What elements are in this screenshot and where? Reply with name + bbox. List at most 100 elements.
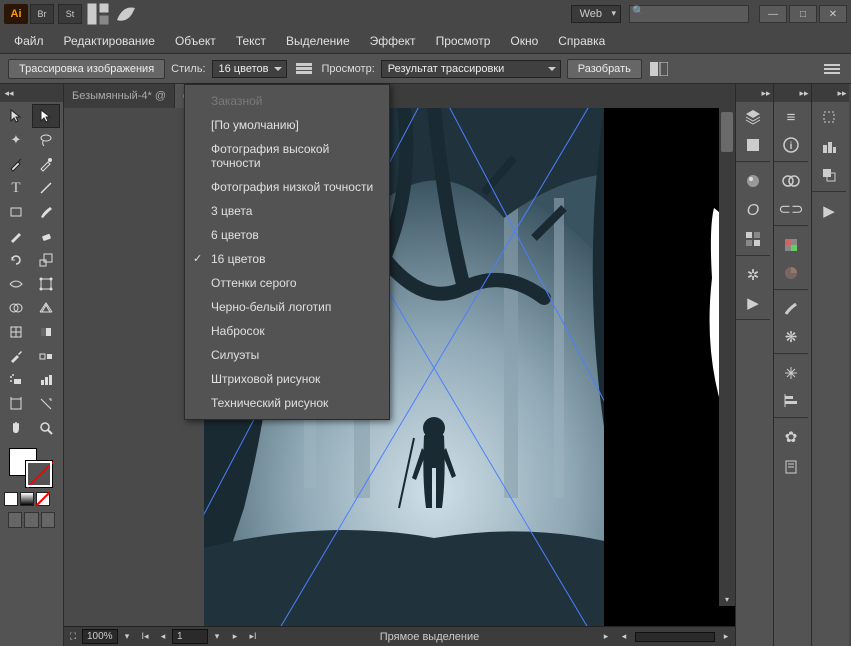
search-input[interactable] <box>629 5 749 23</box>
line-tool[interactable] <box>32 176 60 200</box>
gear-panel-icon[interactable]: ✲ <box>736 260 770 290</box>
fill-stroke-swatches[interactable] <box>9 448 55 488</box>
dropdown-item-bw-logo[interactable]: Черно-белый логотип <box>185 295 389 319</box>
perspective-grid-tool[interactable] <box>32 296 60 320</box>
trace-panel-icon[interactable] <box>293 58 315 80</box>
color-mode-icon[interactable] <box>4 492 18 506</box>
zoom-out-icon[interactable]: ⛶ <box>64 629 82 645</box>
toolbox-collapse-icon[interactable]: ◂◂ <box>0 84 18 102</box>
dropdown-item-default[interactable]: [По умолчанию] <box>185 113 389 137</box>
dropdown-item-lineart[interactable]: Штриховой рисунок <box>185 367 389 391</box>
css-panel-icon[interactable] <box>774 452 808 482</box>
arrange-docs-icon[interactable] <box>86 4 110 24</box>
dropdown-item-photo-high[interactable]: Фотография высокой точности <box>185 137 389 175</box>
style-select[interactable]: 16 цветов <box>212 60 288 78</box>
shaper-tool[interactable] <box>2 224 30 248</box>
panel-expand-icon-2[interactable]: ▸▸ <box>797 84 811 102</box>
play-panel-icon[interactable]: ▶ <box>736 290 770 320</box>
draw-inside-icon[interactable] <box>41 512 55 528</box>
color-panel-icon[interactable] <box>774 230 808 260</box>
dropdown-item-silhouettes[interactable]: Силуэты <box>185 343 389 367</box>
color-guide-panel-icon[interactable] <box>774 260 808 290</box>
horizontal-scrollbar[interactable] <box>635 632 715 642</box>
curvature-tool[interactable] <box>32 152 60 176</box>
preview-select[interactable]: Результат трассировки <box>381 60 561 78</box>
menu-object[interactable]: Объект <box>165 30 226 52</box>
artboard-tool[interactable] <box>2 392 30 416</box>
maximize-button[interactable]: □ <box>789 5 817 23</box>
image-trace-button[interactable]: Трассировка изображения <box>8 59 165 79</box>
swatches-panel-icon[interactable] <box>736 226 770 256</box>
scroll-right-icon[interactable]: ▸ <box>717 629 735 645</box>
scroll-down-icon[interactable]: ▾ <box>719 592 735 606</box>
menu-file[interactable]: Файл <box>4 30 54 52</box>
direct-selection-tool[interactable] <box>32 104 60 128</box>
panel-menu-icon[interactable] <box>821 58 843 80</box>
dropdown-item-technical[interactable]: Технический рисунок <box>185 391 389 415</box>
pen-tool[interactable] <box>2 152 30 176</box>
paintbrush-tool[interactable] <box>32 200 60 224</box>
symbol-sprayer-tool[interactable] <box>2 368 30 392</box>
dropdown-item-sketch[interactable]: Набросок <box>185 319 389 343</box>
zoom-dropdown-icon[interactable]: ▾ <box>118 629 136 645</box>
stroke-swatch[interactable] <box>25 460 53 488</box>
dropdown-item-grayscale[interactable]: Оттенки серого <box>185 271 389 295</box>
slice-tool[interactable] <box>32 392 60 416</box>
selection-tool[interactable] <box>2 104 30 128</box>
type-panel-icon[interactable]: O <box>736 196 770 226</box>
menu-effect[interactable]: Эффект <box>360 30 426 52</box>
last-artboard-icon[interactable]: ▸I <box>244 629 262 645</box>
pathfinder-panel-icon[interactable]: ✿ <box>774 422 808 452</box>
lasso-tool[interactable] <box>32 128 60 152</box>
minimize-button[interactable]: — <box>759 5 787 23</box>
shape-builder-tool[interactable] <box>2 296 30 320</box>
menu-select[interactable]: Выделение <box>276 30 360 52</box>
rectangle-tool[interactable] <box>2 200 30 224</box>
appearance-panel-icon[interactable] <box>736 166 770 196</box>
dropdown-item-3colors[interactable]: 3 цвета <box>185 199 389 223</box>
zoom-tool[interactable] <box>32 416 60 440</box>
canvas[interactable]: ▴ ▾ <box>64 108 735 626</box>
column-graph-tool[interactable] <box>32 368 60 392</box>
dropdown-item-photo-low[interactable]: Фотография низкой точности <box>185 175 389 199</box>
menu-edit[interactable]: Редактирование <box>54 30 165 52</box>
rotate-tool[interactable] <box>2 248 30 272</box>
transform-icon[interactable] <box>812 102 846 132</box>
layers-panel-icon[interactable] <box>736 102 770 132</box>
vertical-scrollbar[interactable]: ▴ ▾ <box>719 108 735 606</box>
prev-artboard-icon[interactable]: ◂ <box>154 629 172 645</box>
dropdown-item-6colors[interactable]: 6 цветов <box>185 223 389 247</box>
eraser-tool[interactable] <box>32 224 60 248</box>
scale-tool[interactable] <box>32 248 60 272</box>
gradient-tool[interactable] <box>32 320 60 344</box>
stroke-panel-icon[interactable]: ≡ <box>774 102 808 132</box>
menu-window[interactable]: Окно <box>500 30 548 52</box>
hand-tool[interactable] <box>2 416 30 440</box>
gradient-mode-icon[interactable] <box>20 492 34 506</box>
cc-panel-icon[interactable] <box>774 166 808 196</box>
links-panel-icon[interactable]: ⊂⊃ <box>774 196 808 226</box>
pathfinder-icon[interactable] <box>812 162 846 192</box>
align-icon[interactable] <box>812 132 846 162</box>
draw-normal-icon[interactable] <box>8 512 22 528</box>
type-tool[interactable]: T <box>2 176 30 200</box>
mesh-tool[interactable] <box>2 320 30 344</box>
next-artboard-icon[interactable]: ▸ <box>226 629 244 645</box>
menu-view[interactable]: Просмотр <box>426 30 501 52</box>
status-dropdown-icon[interactable]: ▸ <box>597 629 615 645</box>
artboard-dropdown-icon[interactable]: ▾ <box>208 629 226 645</box>
align-panel-icon[interactable] <box>774 388 808 418</box>
brushes-panel-icon[interactable] <box>774 294 808 324</box>
stock-button[interactable]: St <box>58 4 82 24</box>
width-tool[interactable] <box>2 272 30 296</box>
info-panel-icon[interactable]: i <box>774 132 808 162</box>
menu-help[interactable]: Справка <box>548 30 615 52</box>
symbols-panel-icon[interactable]: ❋ <box>774 324 808 354</box>
magic-wand-tool[interactable]: ✦ <box>2 128 30 152</box>
panel-expand-icon-3[interactable]: ▸▸ <box>835 84 849 102</box>
mask-icon[interactable] <box>648 58 670 80</box>
eyedropper-tool[interactable] <box>2 344 30 368</box>
close-button[interactable]: ✕ <box>819 5 847 23</box>
free-transform-tool[interactable] <box>32 272 60 296</box>
workspace-preset-select[interactable]: Web <box>571 5 621 23</box>
